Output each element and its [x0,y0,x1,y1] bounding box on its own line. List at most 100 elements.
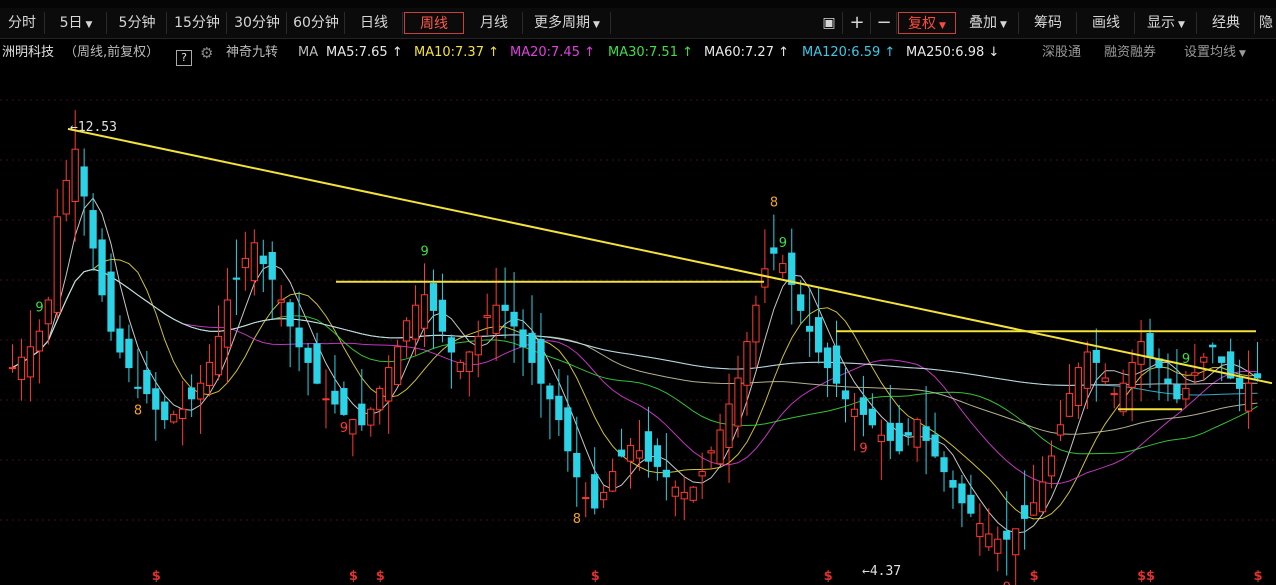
help-icon[interactable]: ? [176,45,192,71]
candle-body [17,356,26,381]
candle-body [671,486,679,497]
chips-button[interactable]: 筹码 [1020,12,1077,34]
fuquan-button[interactable]: 复权 ▼ [898,12,956,34]
candle-body [1101,377,1109,383]
candle-body [447,337,456,353]
zoom-out-icon[interactable]: − [872,12,897,34]
tab-5min[interactable]: 5分钟 [108,12,167,34]
ma60-text: MA60:7.27 [704,45,774,60]
candle-body [967,494,975,514]
link-margin[interactable]: 融资融券 [1104,40,1156,66]
candle-body [940,457,948,473]
chevron-down-icon: ▼ [1000,20,1007,30]
ma30-text: MA30:7.51 [608,45,678,60]
gear-icon[interactable]: ⚙ [200,40,213,66]
candle-body [1235,377,1244,389]
candle-body [814,317,823,353]
candle-body [53,216,61,313]
td-count-mark: 9 [859,441,867,456]
candle-body [1244,382,1253,412]
top-strip [0,0,1276,8]
td-count-mark: 9 [1182,352,1190,367]
signal-mark: $ [1137,569,1146,584]
tab-30min[interactable]: 30分钟 [228,12,287,34]
candle-body [994,538,1002,554]
candle-body [770,247,778,254]
td-count-mark: 8 [573,512,581,527]
candle-body [420,294,429,329]
arrow-up-icon: ↑ [483,45,500,60]
candle-body [797,294,805,311]
ma120-value: MA120:6.59 ↑ [802,40,895,66]
candle-body [71,148,79,202]
arrow-up-icon: ↑ [677,45,694,60]
ma250-value: MA250:6.98 ↓ [906,40,999,66]
candle-body [340,388,348,415]
candle-body [116,328,124,353]
tab-weekly[interactable]: 周线 [404,12,464,34]
draw-line-button[interactable]: 画线 [1078,12,1135,34]
candle-body [653,445,662,467]
fuquan-label: 复权 [908,16,937,32]
td-count-mark: 9 [340,421,348,436]
overlay-button[interactable]: 叠加 ▼ [958,12,1019,34]
display-button[interactable]: 显示 ▼ [1136,12,1197,34]
tab-monthly[interactable]: 月线 [466,12,523,34]
candle-body [591,474,599,509]
ma30-value: MA30:7.51 ↑ [608,40,693,66]
arrow-down-icon: ↓ [984,45,1000,60]
hide-button[interactable]: 隐 [1256,12,1276,34]
tab-5day[interactable]: 5日 ▼ [46,12,107,34]
candle-body [976,523,984,538]
td-count-mark: 8 [134,403,142,418]
candle-body [492,304,500,334]
candle-body [1119,382,1127,413]
overlay-label: 叠加 [969,15,998,31]
candle-body [349,419,357,435]
lock-icon[interactable]: ▣ [816,12,843,34]
td-count-mark: 8 [770,196,778,211]
td-count-mark: 9 [779,236,787,251]
ma20-text: MA20:7.45 [510,45,580,60]
candle-body [26,346,35,378]
chevron-down-icon: ▼ [85,20,93,30]
candle-body [743,341,751,386]
arrow-up-icon: ↑ [387,45,403,60]
signal-mark: $ [152,569,161,584]
tab-more-periods[interactable]: 更多周期 ▼ [524,12,611,34]
candle-body [519,329,527,348]
candle-body [98,239,106,296]
candlestick-chart[interactable]: ←12.53←4.379899889999$$$$$$$$$ [0,70,1276,585]
tab-fenshi[interactable]: 分时 [0,12,45,34]
signal-mark: $ [349,569,358,584]
candle-body [483,315,491,318]
link-shengutong[interactable]: 深股通 [1042,40,1081,66]
candle-body [716,429,724,465]
candle-body [250,242,258,282]
candle-body [367,408,375,426]
tab-daily[interactable]: 日线 [346,12,403,34]
ma-label: MA [298,45,319,60]
candle-body [1173,384,1181,400]
candle-body [134,386,142,389]
zoom-in-icon[interactable]: + [844,12,871,34]
chevron-down-icon: ▼ [1239,49,1246,59]
candle-body [1021,505,1029,519]
candle-body [868,408,876,426]
ma5-text: MA5:7.65 [326,45,388,60]
ma10-text: MA10:7.37 [414,45,484,60]
candle-body [832,345,841,384]
candle-body [1191,372,1199,376]
candle-body [734,377,742,427]
candle-body [698,471,706,477]
signal-mark: $ [1030,569,1039,584]
tab-15min[interactable]: 15分钟 [168,12,227,34]
tab-60min[interactable]: 60分钟 [288,12,345,34]
candle-body [465,351,473,373]
candle-body [277,299,285,303]
link-ma-settings[interactable]: 设置均线 ▼ [1184,40,1246,67]
candle-body [143,369,151,395]
indicator-name[interactable]: 神奇九转 [226,40,278,66]
candle-body [456,361,464,373]
classic-button[interactable]: 经典 [1198,12,1255,34]
